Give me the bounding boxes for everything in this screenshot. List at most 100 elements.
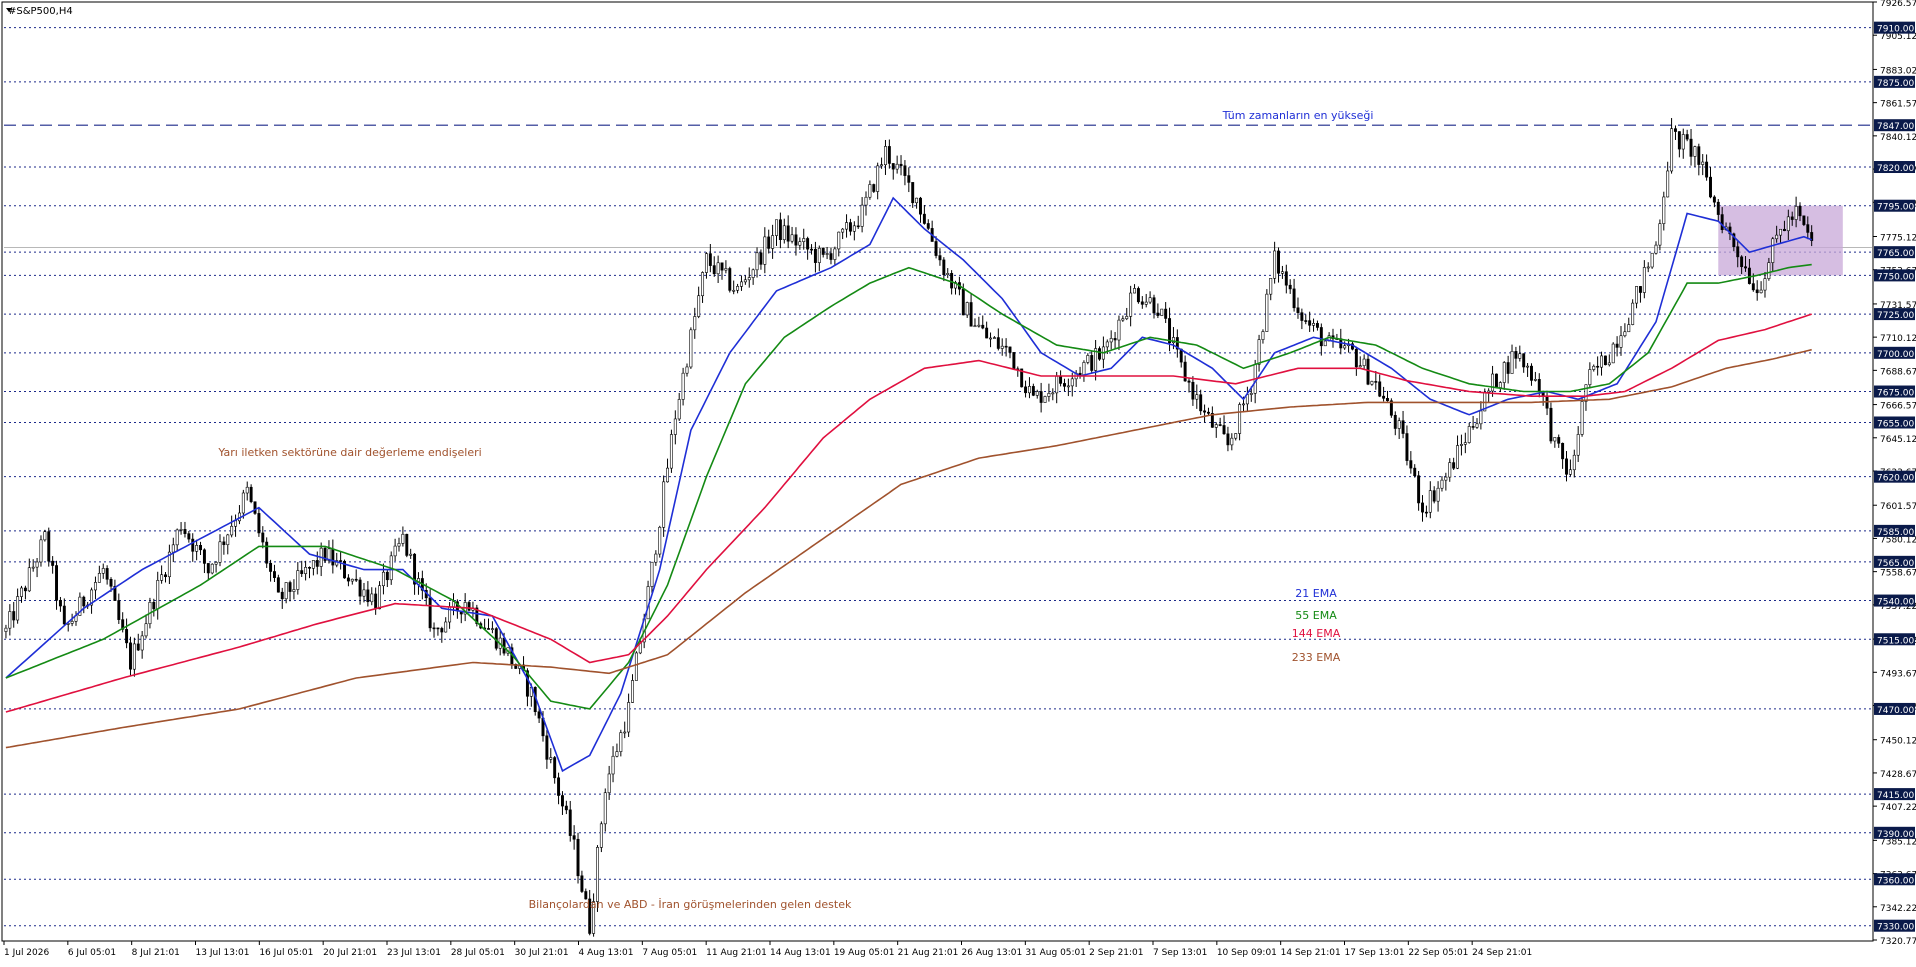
candle-body (35, 561, 39, 568)
candle-body (436, 627, 440, 630)
candle-body (1666, 170, 1670, 198)
candle-body (171, 544, 175, 553)
candle-body (1681, 134, 1685, 150)
candle-body (1456, 445, 1460, 469)
candle-body (1140, 301, 1144, 305)
candle-body (961, 288, 965, 316)
candle-body (1312, 323, 1316, 326)
candle-body (1343, 345, 1347, 349)
candle-body (864, 196, 868, 206)
candle-body (767, 236, 771, 249)
candle-body (160, 574, 164, 581)
candle-body (829, 253, 833, 260)
x-tick-label: 24 Sep 21:01 (1472, 948, 1532, 958)
candle-body (1129, 292, 1133, 317)
legend-ema-55: 55 EMA (1295, 609, 1337, 622)
candle-body (1463, 442, 1467, 445)
candle-body (1479, 410, 1483, 425)
candle-body (370, 593, 374, 603)
candle-body (599, 823, 603, 848)
chart-canvas[interactable]: 7926.577905.127883.027861.577840.127818.… (0, 0, 1916, 963)
candle-body (175, 529, 179, 546)
candle-body (1370, 381, 1374, 385)
candle-body (1226, 433, 1230, 446)
candle-body (1308, 320, 1312, 326)
legend-ema-144: 144 EMA (1292, 627, 1341, 640)
candle-body (1366, 358, 1370, 385)
candle-body (1105, 341, 1109, 348)
candle-body (265, 541, 269, 564)
candle-body (911, 182, 915, 204)
candle-body (1249, 392, 1253, 395)
candle-body (596, 847, 599, 902)
candle-body (1759, 289, 1763, 294)
level-label: 7725.00 (1877, 311, 1914, 321)
candle-body (973, 325, 977, 328)
candle-body (728, 268, 732, 291)
candle-body (339, 560, 343, 562)
candle-body (1444, 476, 1448, 481)
candle-body (1720, 214, 1724, 230)
candle-body (708, 253, 712, 266)
candle-body (1646, 266, 1650, 269)
candle-body (1424, 511, 1428, 514)
candle-body (93, 582, 97, 591)
candle-body (1744, 266, 1747, 269)
x-tick-label: 14 Sep 21:01 (1281, 948, 1341, 958)
candle-body (553, 757, 557, 779)
candle-body (1584, 384, 1588, 402)
x-tick-label: 1 Jul 2026 (4, 948, 49, 958)
x-tick-label: 2 Sep 21:01 (1089, 948, 1143, 958)
x-tick-label: 4 Aug 13:01 (579, 948, 634, 958)
candle-body (366, 589, 370, 603)
candle-body (1510, 351, 1514, 374)
price-chart[interactable]: 7926.577905.127883.027861.577840.127818.… (0, 0, 1916, 963)
level-label: 7415.00 (1877, 791, 1914, 801)
candle-body (27, 567, 31, 592)
y-tick-label: 7775.12 (1880, 234, 1916, 244)
level-label: 7765.00 (1877, 249, 1914, 259)
candle-body (697, 295, 701, 317)
candle-body (206, 563, 210, 574)
candle-body (1526, 365, 1530, 368)
candle-body (1689, 138, 1693, 157)
candle-body (658, 526, 662, 555)
candle-body (549, 757, 553, 760)
y-tick-label: 7428.67 (1880, 770, 1916, 780)
candle-body (1230, 437, 1234, 446)
candle-body (494, 628, 498, 649)
candle-body (786, 225, 790, 242)
candle-body (880, 164, 884, 167)
candle-body (627, 702, 631, 733)
candle-body (234, 520, 238, 527)
candle-body (1098, 348, 1101, 360)
candle-body (346, 577, 350, 582)
candle-body (230, 525, 234, 536)
candle-body (397, 543, 401, 547)
candle-body (1133, 288, 1136, 294)
candle-body (790, 234, 794, 242)
candle-body (1187, 380, 1191, 383)
candle-body (1514, 351, 1518, 359)
y-tick-label: 7320.77 (1880, 937, 1916, 947)
candle-body (331, 548, 335, 566)
candle-body (179, 529, 183, 531)
candle-body (1012, 352, 1016, 370)
candle-body (1491, 373, 1495, 392)
x-tick-label: 20 Jul 21:01 (323, 948, 377, 958)
candle-body (273, 571, 276, 578)
candle-body (568, 809, 572, 836)
candle-body (70, 621, 74, 624)
y-tick-label: 7407.22 (1880, 803, 1916, 813)
candle-body (1568, 469, 1572, 475)
candle-body (1432, 490, 1436, 502)
level-label: 7565.00 (1877, 559, 1914, 569)
candle-body (125, 629, 129, 644)
candle-body (1109, 338, 1113, 343)
x-tick-label: 19 Aug 05:01 (834, 948, 895, 958)
candle-body (1199, 394, 1203, 412)
candle-body (833, 248, 837, 260)
level-label: 7540.00 (1877, 598, 1914, 608)
candle-body (20, 587, 23, 597)
candle-body (1755, 289, 1759, 294)
